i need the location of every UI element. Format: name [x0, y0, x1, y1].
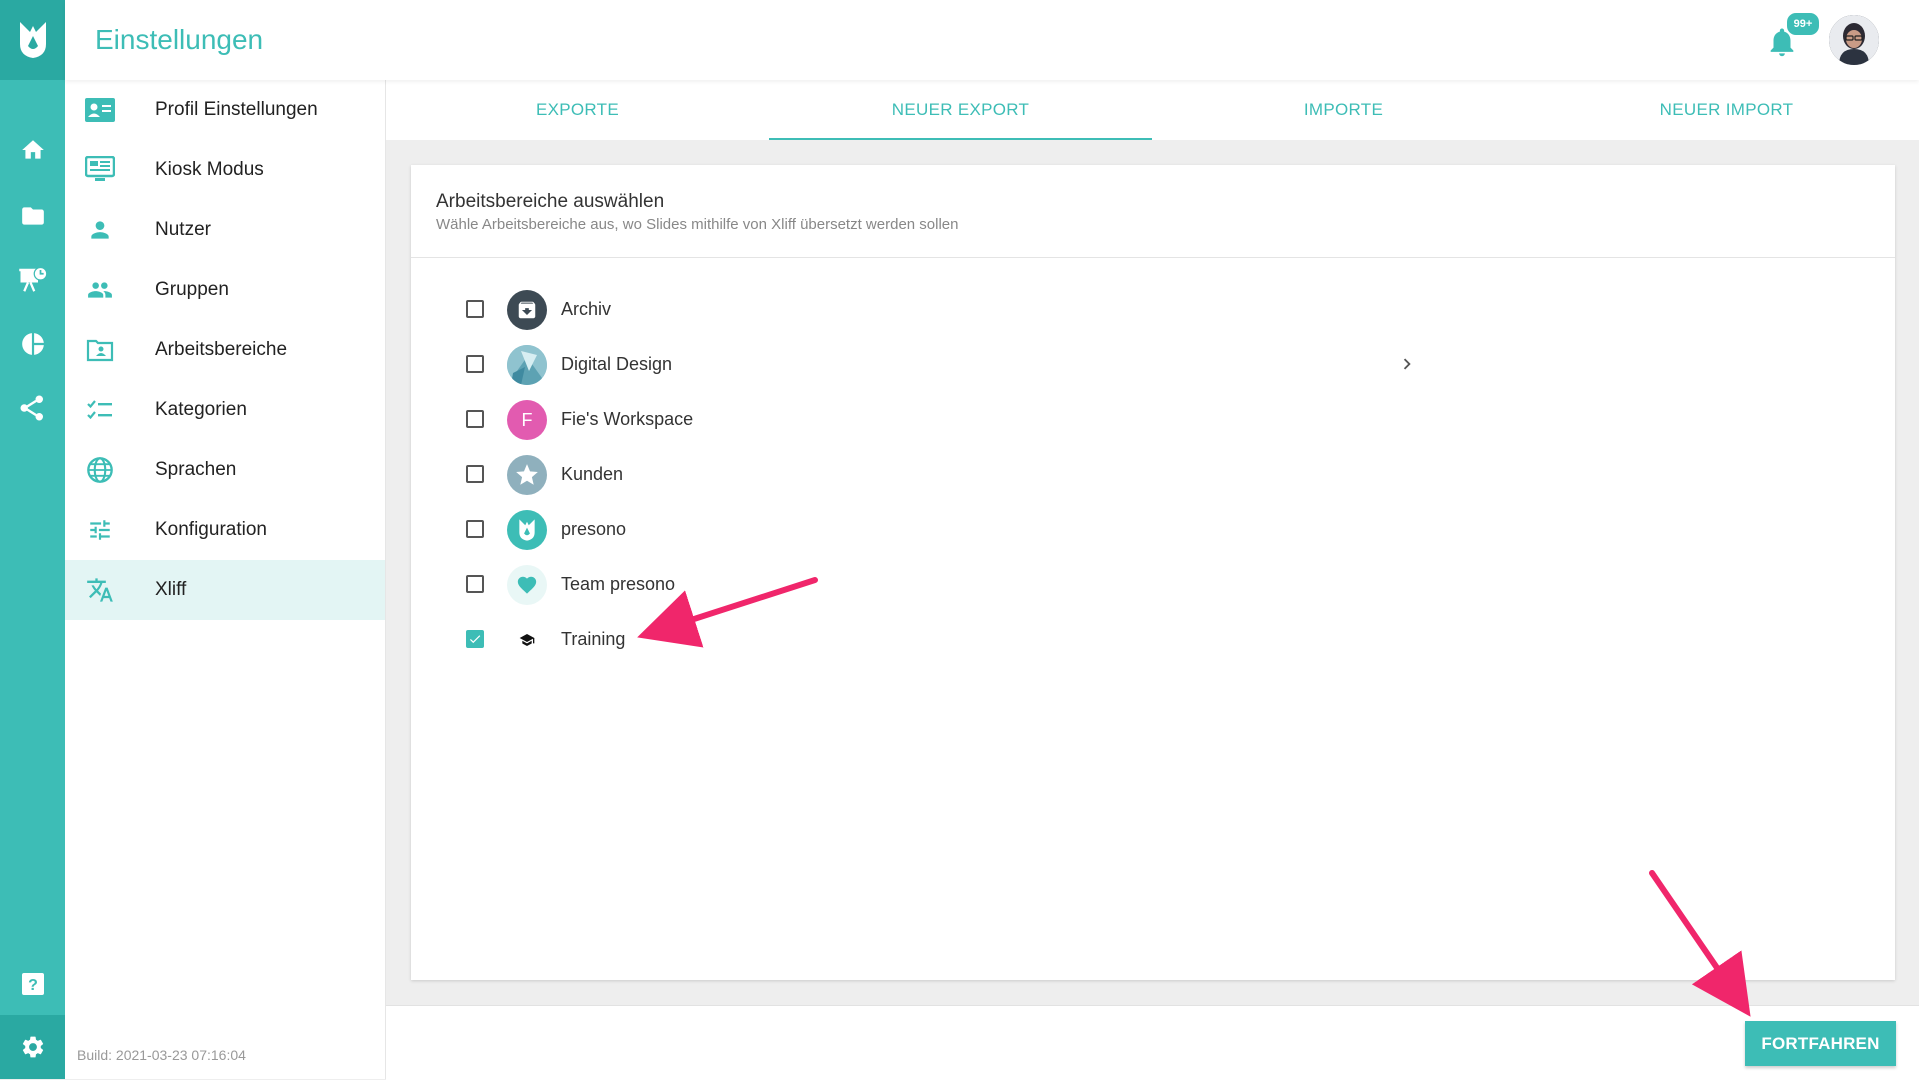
tab-bar: EXPORTE NEUER EXPORT IMPORTE NEUER IMPOR…	[386, 80, 1919, 140]
workspace-checkbox[interactable]	[466, 465, 484, 483]
nav-item-groups[interactable]: Gruppen	[65, 260, 385, 320]
workspace-label: Kunden	[561, 464, 624, 484]
svg-text:?: ?	[28, 977, 38, 994]
tab-exports[interactable]: EXPORTE	[386, 80, 769, 140]
workspace-folder-icon	[85, 335, 115, 365]
workspace-row-fies-workspace[interactable]: F Fie's Workspace	[466, 395, 1416, 445]
star-icon	[507, 455, 547, 495]
share-icon	[20, 395, 43, 421]
workspace-label: Fie's Workspace	[561, 409, 694, 429]
nav-item-label: Nutzer	[155, 219, 211, 240]
top-header: Einstellungen 99+	[65, 0, 1919, 80]
nav-item-xliff[interactable]: Xliff	[65, 560, 385, 620]
workspace-row-training[interactable]: Training	[466, 615, 1416, 665]
presono-logo-icon	[19, 22, 46, 58]
graduation-cap-icon	[507, 620, 547, 660]
rail-settings[interactable]	[0, 1015, 65, 1079]
nav-item-kiosk-mode[interactable]: Kiosk Modus	[65, 140, 385, 200]
workspace-checkbox[interactable]	[466, 300, 484, 318]
presono-logo[interactable]	[0, 0, 65, 80]
workspace-checkbox[interactable]	[466, 355, 484, 373]
rail-home[interactable]	[0, 124, 65, 176]
pie-chart-icon	[21, 333, 44, 355]
settings-nav: Profil Einstellungen Kiosk Modus Nutzer …	[65, 80, 386, 1079]
person-icon	[85, 215, 115, 245]
rail-statistics[interactable]	[0, 318, 65, 370]
help-icon: ?	[21, 973, 44, 995]
design-icon	[507, 345, 547, 385]
chevron-right-icon	[1403, 358, 1411, 370]
workspace-row-digital-design[interactable]: Digital Design	[466, 340, 1416, 390]
rail-share[interactable]	[0, 382, 65, 434]
tab-new-import[interactable]: NEUER IMPORT	[1535, 80, 1918, 140]
workspace-row-kunden[interactable]: Kunden	[466, 450, 1416, 500]
nav-item-label: Konfiguration	[155, 519, 267, 540]
rail-presentations[interactable]	[0, 254, 65, 306]
monitor-icon	[85, 155, 115, 185]
globe-icon	[85, 455, 115, 485]
heart-icon	[507, 565, 547, 605]
home-icon	[21, 140, 44, 159]
nav-item-label: Profil Einstellungen	[155, 99, 318, 120]
card-header: Arbeitsbereiche auswählen Wähle Arbeitsb…	[411, 165, 1895, 258]
workspace-checkbox[interactable]	[466, 520, 484, 538]
nav-item-label: Kategorien	[155, 399, 247, 420]
nav-item-label: Sprachen	[155, 459, 237, 480]
workspace-label: Digital Design	[561, 354, 673, 374]
nav-item-languages[interactable]: Sprachen	[65, 440, 385, 500]
archive-icon	[507, 290, 547, 330]
workspace-label: presono	[561, 519, 627, 539]
rail-help[interactable]: ?	[0, 958, 65, 1010]
workspace-checkbox-checked[interactable]	[466, 630, 484, 648]
nav-item-label: Gruppen	[155, 279, 229, 300]
notification-badge: 99+	[1785, 11, 1821, 37]
user-photo-icon	[1829, 15, 1879, 65]
continue-button[interactable]: FORTFAHREN	[1745, 1021, 1896, 1066]
nav-item-label: Xliff	[155, 579, 187, 600]
workspace-row-team-presono[interactable]: Team presono	[466, 560, 1416, 610]
workspace-selection-card: Arbeitsbereiche auswählen Wähle Arbeitsb…	[411, 165, 1895, 980]
workspace-label: Archiv	[561, 299, 612, 319]
folder-icon	[21, 207, 44, 225]
expand-chevron-button[interactable]	[1396, 353, 1418, 375]
app-rail: ?	[0, 0, 65, 1079]
nav-item-label: Kiosk Modus	[155, 159, 264, 180]
workspace-label: Team presono	[561, 574, 676, 594]
nav-item-users[interactable]: Nutzer	[65, 200, 385, 260]
action-footer: FORTFAHREN	[386, 1005, 1919, 1080]
nav-item-profile-settings[interactable]: Profil Einstellungen	[65, 80, 385, 140]
build-info: Build: 2021-03-23 07:16:04	[77, 1047, 246, 1063]
tab-new-export[interactable]: NEUER EXPORT	[769, 80, 1152, 140]
page-title: Einstellungen	[95, 24, 264, 55]
workspace-checkbox[interactable]	[466, 575, 484, 593]
workspace-row-archiv[interactable]: Archiv	[466, 285, 1416, 335]
nav-item-categories[interactable]: Kategorien	[65, 380, 385, 440]
rail-folders[interactable]	[0, 190, 65, 242]
sliders-icon	[85, 515, 115, 545]
gear-icon	[22, 1036, 43, 1058]
presentation-icon	[18, 266, 47, 292]
presono-logo-icon	[507, 510, 547, 550]
nav-item-label: Arbeitsbereiche	[155, 339, 288, 360]
checkmark-icon	[469, 635, 481, 644]
nav-item-configuration[interactable]: Konfiguration	[65, 500, 385, 560]
user-avatar[interactable]	[1829, 15, 1879, 65]
card-title: Arbeitsbereiche auswählen	[436, 191, 665, 212]
letter-f-icon: F	[507, 400, 547, 440]
nav-item-workspaces[interactable]: Arbeitsbereiche	[65, 320, 385, 380]
workspace-letter: F	[521, 409, 533, 430]
profile-card-icon	[85, 95, 115, 125]
workspace-row-presono[interactable]: presono	[466, 505, 1416, 555]
checklist-icon	[85, 395, 115, 425]
group-icon	[85, 275, 115, 305]
translate-icon	[85, 575, 115, 605]
workspace-label: Training	[561, 629, 626, 649]
tab-imports[interactable]: IMPORTE	[1152, 80, 1535, 140]
workspace-checkbox[interactable]	[466, 410, 484, 428]
card-subtitle: Wähle Arbeitsbereiche aus, wo Slides mit…	[436, 216, 959, 233]
